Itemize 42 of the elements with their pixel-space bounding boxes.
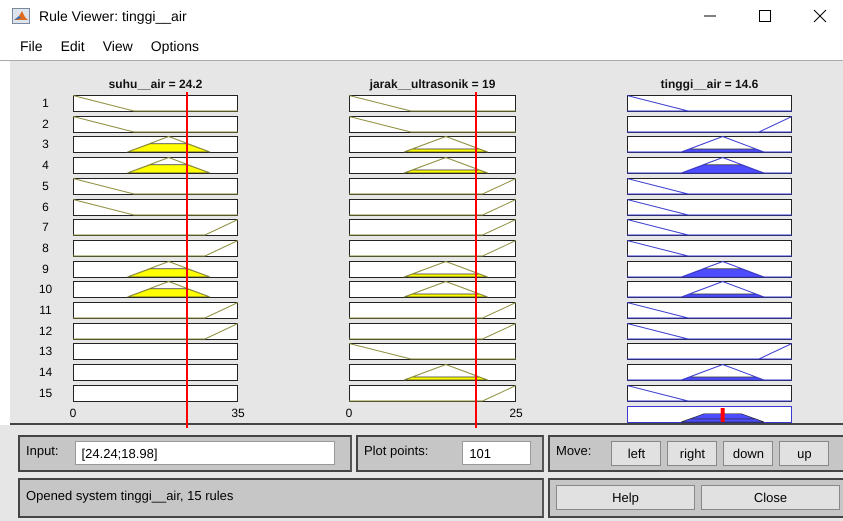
axis-label: 35: [230, 406, 246, 420]
move-button[interactable]: down: [723, 440, 774, 466]
menu-item[interactable]: View: [94, 38, 142, 54]
rule-number: 10: [38, 281, 54, 298]
rule-number: 13: [38, 343, 54, 360]
status-message: Opened system tinggi__air, 15 rules: [26, 488, 234, 503]
rule-number: 11: [38, 302, 53, 319]
variable-header: tinggi__air = 14.6: [660, 77, 760, 94]
move-button[interactable]: left: [611, 440, 662, 466]
rule-number: 5: [41, 178, 50, 195]
rule-number: 4: [41, 157, 50, 174]
rule-number: 1: [41, 95, 50, 112]
variable-header: jarak__ultrasonik = 19: [368, 77, 496, 94]
app-logo-icon: [12, 8, 30, 24]
input-value-line[interactable]: [186, 92, 188, 428]
variable-header: suhu__air = 24.2: [108, 77, 204, 94]
rule-number: 15: [38, 384, 54, 402]
window-title: Rule Viewer: tinggi__air: [39, 8, 188, 24]
input-field[interactable]: [24.24;18.98]: [74, 441, 335, 466]
axis-label: 0: [68, 406, 78, 420]
dialog-button[interactable]: Close: [701, 485, 840, 510]
rule-number: 8: [41, 240, 50, 257]
rule-number: 2: [41, 116, 50, 133]
rule-number: 3: [41, 136, 50, 154]
rule-number: 6: [41, 198, 50, 216]
menu-item[interactable]: Edit: [52, 38, 94, 54]
axis-label: 0: [344, 406, 354, 420]
rule-number: 9: [41, 260, 50, 278]
input-value-line[interactable]: [474, 92, 477, 428]
menu-item[interactable]: File: [11, 38, 52, 54]
rule-number: 14: [38, 364, 54, 382]
plot-points-label: Plot points:: [364, 442, 428, 458]
move-button[interactable]: right: [667, 440, 718, 466]
dialog-button[interactable]: Help: [556, 485, 695, 510]
rule-number: 12: [38, 322, 54, 340]
move-button[interactable]: up: [779, 440, 830, 466]
axis-label: 25: [508, 406, 524, 420]
input-label: Input:: [26, 442, 59, 458]
rule-number: 7: [41, 219, 50, 236]
plot-points-field[interactable]: 101: [462, 441, 532, 466]
move-label: Move:: [556, 442, 592, 458]
menu-item[interactable]: Options: [142, 38, 208, 54]
